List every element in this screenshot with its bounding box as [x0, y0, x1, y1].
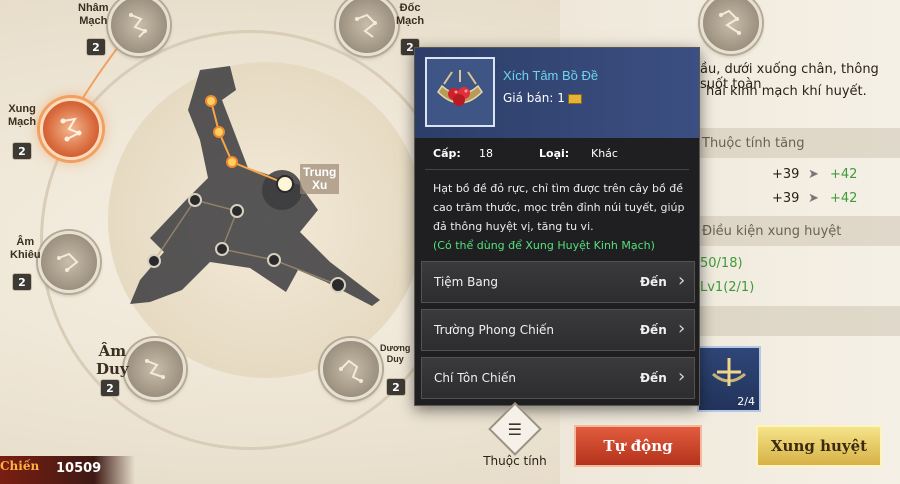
- constellation-icon: [339, 359, 363, 383]
- divider: [425, 169, 689, 170]
- combat-power-value: 10509: [56, 461, 102, 476]
- node-label-duong-duy: Dương Duy: [380, 343, 411, 364]
- required-item-slot[interactable]: 2/4: [697, 346, 761, 412]
- route-go-label: Đến: [640, 371, 667, 385]
- bodhi-seed-icon: [712, 358, 746, 386]
- conditions-section-title: Điều kiện xung huyệt: [702, 224, 842, 239]
- constellation-icon: [60, 117, 82, 142]
- node-level-nham-mach: 2: [86, 38, 106, 56]
- source-route-truong-phong-chien[interactable]: Trường Phong Chiến Đến ›: [421, 309, 695, 351]
- attributes-button[interactable]: ☰ Thuộc tính: [480, 402, 550, 468]
- node-level-duong-duy: 2: [386, 378, 406, 396]
- route-go-label: Đến: [640, 275, 667, 289]
- meridian-node-am-khieu[interactable]: [38, 231, 100, 293]
- stat1-current: +39: [772, 167, 800, 182]
- chevron-right-icon: ›: [678, 270, 686, 291]
- source-route-chi-ton-chien[interactable]: Chí Tôn Chiến Đến ›: [421, 357, 695, 399]
- stat1-next: +42: [830, 167, 858, 182]
- meridian-node-duong-duy[interactable]: [320, 338, 382, 400]
- item-usage-note: (Có thể dùng để Xung Huyệt Kinh Mạch): [433, 239, 655, 252]
- list-icon: ☰: [488, 402, 542, 456]
- item-level-label: Cấp:: [433, 147, 461, 160]
- route-name: Trường Phong Chiến: [434, 323, 555, 337]
- meridian-node-am-duy[interactable]: [124, 338, 186, 400]
- meridian-node-xung-mach[interactable]: [40, 98, 102, 160]
- item-description-text: Hạt bồ đề đỏ rực, chỉ tìm được trên cây …: [433, 182, 685, 233]
- gold-coin-icon: [567, 93, 582, 104]
- node-level-xung-mach: 2: [12, 142, 32, 160]
- item-type-label: Loại:: [539, 147, 570, 160]
- constellation-icon: [355, 13, 377, 38]
- stat2-current: +39: [772, 191, 800, 206]
- item-tooltip: Xích Tâm Bồ Đề Giá bán: 1 Cấp: 18 Loại: …: [414, 47, 700, 406]
- acupoint-label-trung-xu: Trung Xu: [300, 164, 340, 194]
- section-strip-3: [690, 306, 900, 336]
- node-level-am-duy: 2: [100, 379, 120, 397]
- required-item-count: 2/4: [737, 395, 755, 408]
- break-acupoint-button[interactable]: Xung huyệt: [756, 425, 882, 467]
- attributes-section-title: Thuộc tính tăng: [702, 136, 805, 151]
- condition1-progress: 50/18): [700, 256, 743, 271]
- constellation-icon: [719, 9, 741, 35]
- attributes-label: Thuộc tính: [483, 454, 547, 468]
- stat2-next: +42: [830, 191, 858, 206]
- constellation-icon: [129, 13, 147, 38]
- stat1-arrow-icon: ➤: [808, 167, 819, 182]
- chevron-right-icon: ›: [678, 366, 686, 387]
- route-name: Chí Tôn Chiến: [434, 371, 516, 385]
- stat2-arrow-icon: ➤: [808, 191, 819, 206]
- meridian-description-line2: hai kinh mạch khí huyết.: [706, 84, 867, 99]
- node-level-am-khieu: 2: [12, 273, 32, 291]
- auto-button[interactable]: Tự động: [574, 425, 702, 467]
- item-name: Xích Tâm Bồ Đề: [503, 68, 599, 83]
- node-label-am-khieu: Âm Khiêu: [10, 236, 41, 261]
- source-route-tiem-bang[interactable]: Tiệm Bang Đến ›: [421, 261, 695, 303]
- node-label-xung-mach: Xung Mạch: [8, 103, 37, 128]
- condition2-progress: Lv1(2/1): [700, 280, 755, 295]
- bodhi-seed-icon: [437, 70, 483, 106]
- item-price-label: Giá bán: 1: [503, 91, 565, 105]
- constellation-icon: [57, 252, 79, 272]
- item-level-value: 18: [479, 147, 493, 160]
- combat-power-tag: Chiến: [0, 459, 40, 473]
- route-go-label: Đến: [640, 323, 667, 337]
- item-type-value: Khác: [591, 147, 618, 160]
- node-label-am-duy: Âm Duy: [96, 342, 129, 378]
- item-icon-frame: [425, 57, 495, 127]
- item-description: Hạt bồ đề đỏ rực, chỉ tìm được trên cây …: [433, 179, 687, 255]
- chevron-right-icon: ›: [678, 318, 686, 339]
- constellation-icon: [145, 359, 165, 379]
- route-name: Tiệm Bang: [434, 275, 498, 289]
- node-label-doc-mach: Đốc Mạch: [396, 2, 425, 27]
- item-price: Giá bán: 1: [503, 91, 582, 105]
- node-label-nham-mach: Nhâm Mạch: [78, 2, 109, 27]
